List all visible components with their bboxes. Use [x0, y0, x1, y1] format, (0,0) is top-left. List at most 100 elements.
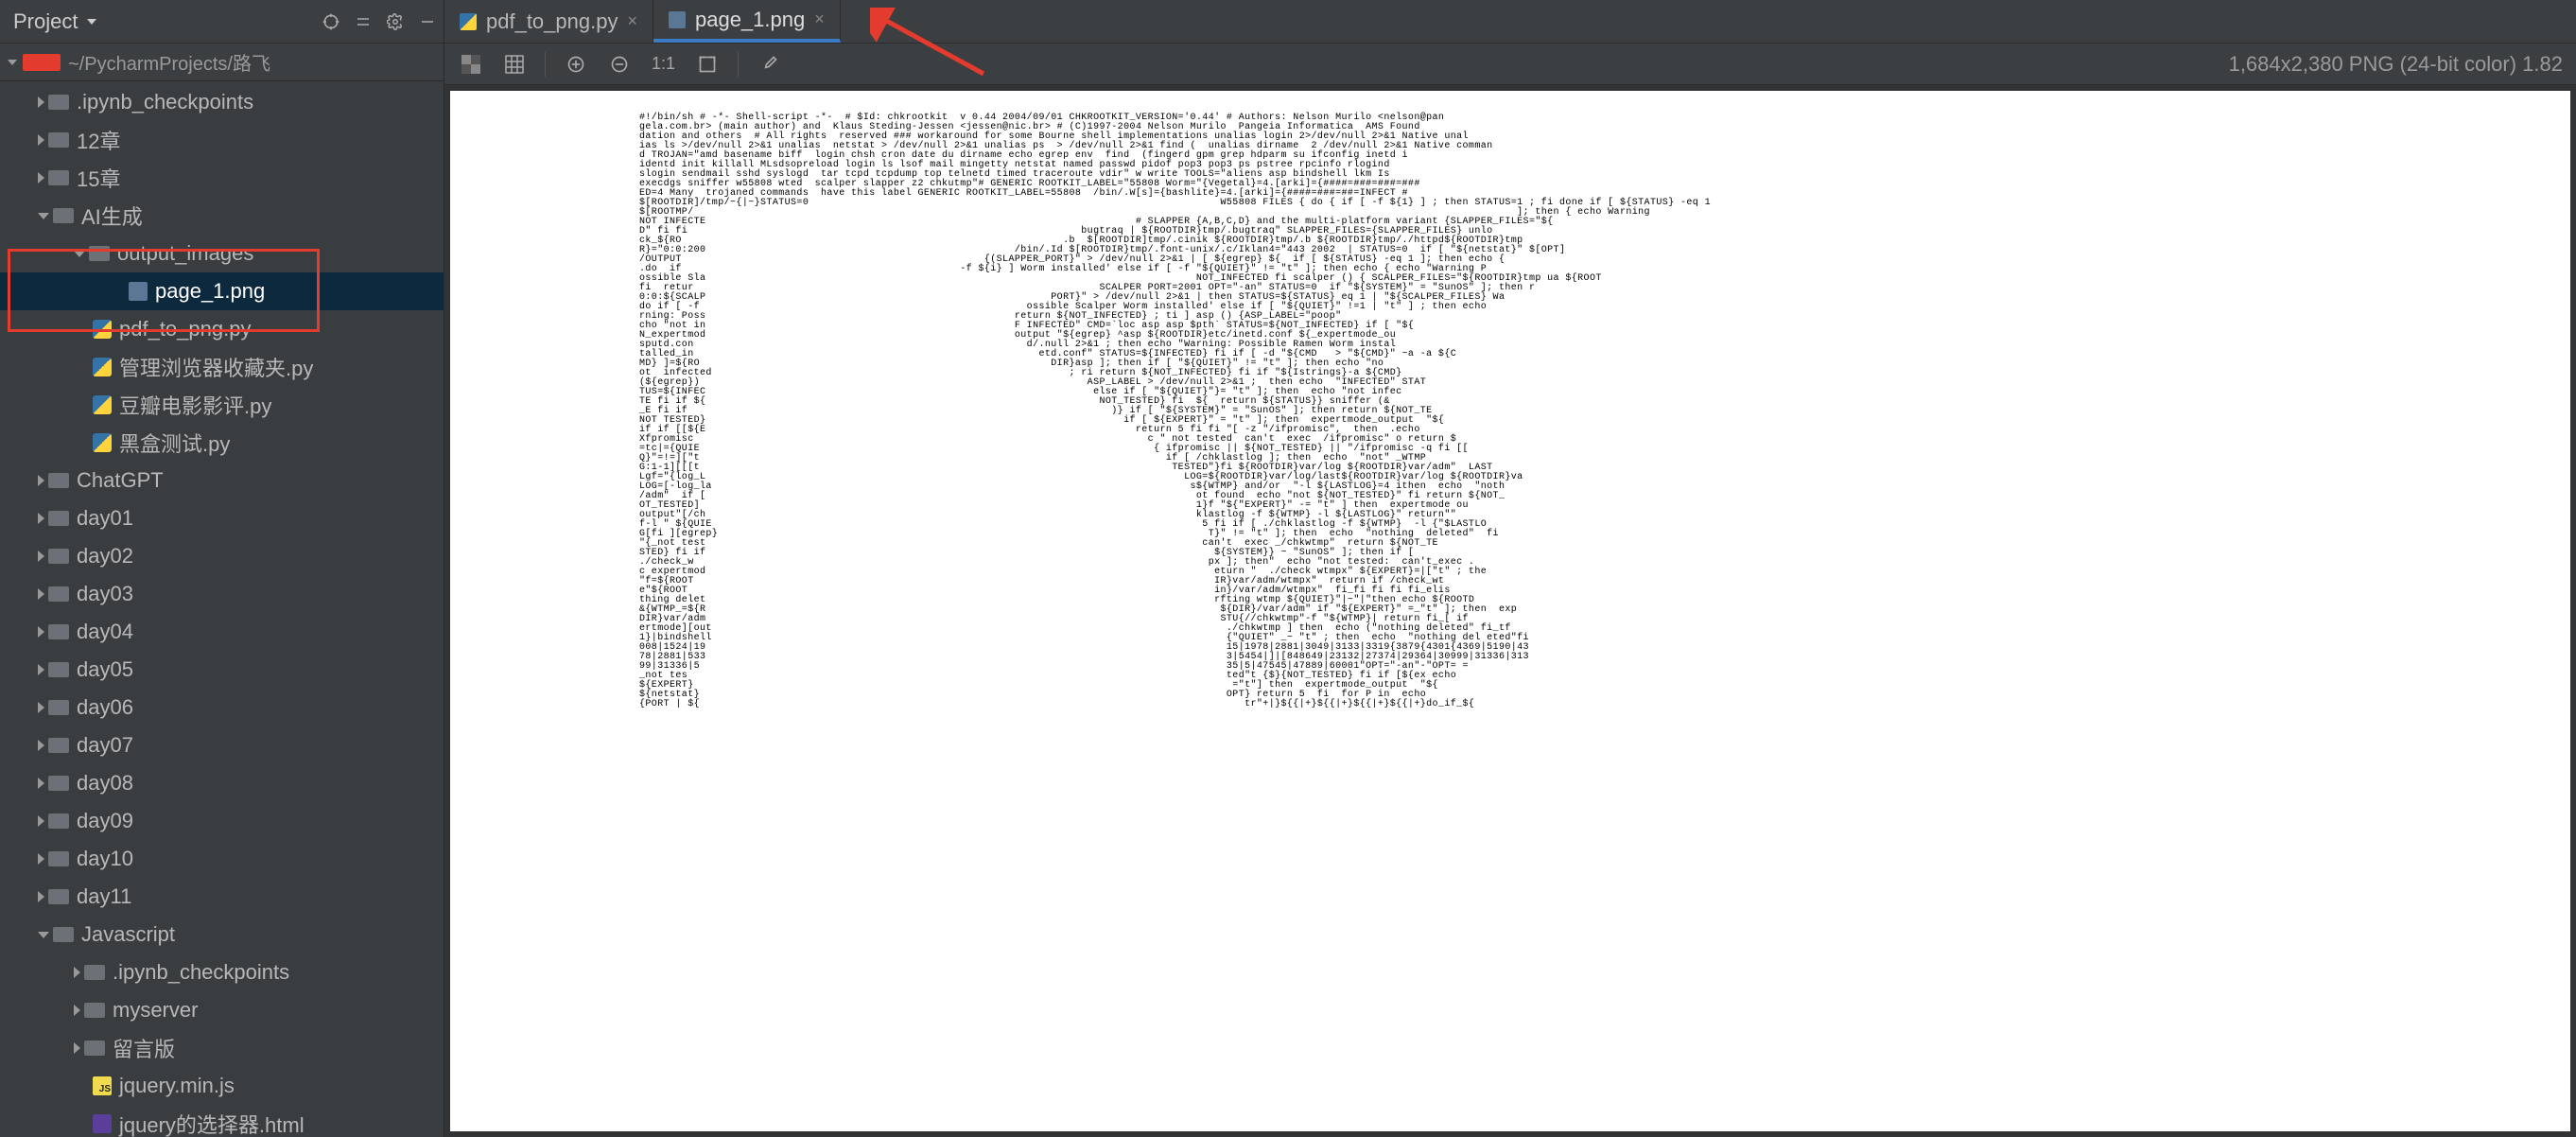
tree-item[interactable]: jquery的选择器.html [0, 1105, 444, 1137]
tree-item[interactable]: 豆瓣电影影评.py [0, 386, 444, 424]
fit-to-window-icon[interactable] [694, 51, 721, 78]
folder-icon [48, 889, 69, 904]
tree-item[interactable]: day10 [0, 840, 444, 878]
tree-item[interactable]: 黑盒测试.py [0, 424, 444, 462]
tree-item[interactable]: day01 [0, 499, 444, 537]
ascii-art-image: #!/bin/sh # -*- Shell-script -*- # $Id: … [639, 114, 1711, 709]
chevron-right-icon[interactable] [38, 134, 44, 146]
folder-icon [48, 662, 69, 677]
tree-item[interactable]: day07 [0, 726, 444, 764]
close-icon[interactable]: × [814, 9, 825, 29]
spacer-icon [74, 1116, 89, 1131]
tree-item-label: 豆瓣电影影评.py [119, 390, 271, 420]
chevron-right-icon[interactable] [38, 740, 44, 751]
folder-icon [84, 965, 105, 980]
tree-item[interactable]: day08 [0, 764, 444, 802]
tree-item[interactable]: 12章 [0, 121, 444, 159]
tree-item[interactable]: output_images [0, 235, 444, 272]
editor-tab[interactable]: page_1.png× [653, 0, 841, 43]
zoom-out-icon[interactable] [606, 51, 633, 78]
chevron-down-icon[interactable] [38, 213, 49, 219]
tree-item[interactable]: .ipynb_checkpoints [0, 83, 444, 121]
breadcrumb[interactable]: ~/PycharmProjects/路飞 [0, 44, 444, 81]
grid-icon[interactable] [501, 51, 528, 78]
tree-item-label: day02 [77, 544, 133, 568]
chevron-down-icon[interactable] [74, 251, 85, 257]
tree-item-label: 黑盒测试.py [119, 428, 230, 458]
chevron-right-icon[interactable] [38, 513, 44, 524]
folder-icon [84, 1041, 105, 1056]
chevron-right-icon[interactable] [38, 96, 44, 108]
tree-item[interactable]: day05 [0, 651, 444, 689]
zoom-in-icon[interactable] [563, 51, 589, 78]
chevron-down-icon[interactable] [38, 932, 49, 938]
locate-icon[interactable] [315, 6, 347, 38]
collapse-all-icon[interactable] [347, 6, 379, 38]
image-viewer-toolbar: 1:1 1,684x2,380 PNG (24-bit color) 1.82 [444, 44, 2576, 85]
tree-item[interactable]: pdf_to_png.py [0, 310, 444, 348]
folder-icon [48, 473, 69, 488]
tree-item-label: day06 [77, 695, 133, 720]
tree-item-label: day01 [77, 506, 133, 531]
chevron-right-icon[interactable] [74, 1042, 80, 1054]
tree-item[interactable]: Javascript [0, 916, 444, 953]
gear-icon[interactable] [379, 6, 411, 38]
tree-item[interactable]: day03 [0, 575, 444, 613]
folder-icon [53, 208, 74, 223]
tree-item-label: output_images [117, 241, 253, 266]
py-icon [93, 395, 112, 414]
chevron-right-icon[interactable] [38, 551, 44, 562]
breadcrumb-path: ~/PycharmProjects/路飞 [68, 48, 270, 76]
chevron-right-icon[interactable] [38, 702, 44, 713]
tree-item-label: AI生成 [81, 201, 143, 231]
tree-item-label: .ipynb_checkpoints [77, 90, 253, 114]
actual-size-button[interactable]: 1:1 [650, 51, 677, 78]
tree-item[interactable]: day09 [0, 802, 444, 840]
project-tree[interactable]: .ipynb_checkpoints 12章 15章 AI生成 output_image… [0, 81, 444, 1137]
chevron-right-icon[interactable] [38, 588, 44, 600]
sidebar-header: Project [0, 0, 444, 44]
chevron-right-icon[interactable] [38, 891, 44, 902]
tree-item[interactable]: 15章 [0, 159, 444, 197]
folder-icon [48, 549, 69, 564]
chevron-right-icon[interactable] [38, 664, 44, 675]
color-picker-icon[interactable] [756, 51, 782, 78]
tree-item[interactable]: page_1.png [0, 272, 444, 310]
tree-item[interactable]: 留言版 [0, 1029, 444, 1067]
tree-item[interactable]: .ipynb_checkpoints [0, 953, 444, 991]
tree-item[interactable]: ChatGPT [0, 462, 444, 499]
chevron-right-icon[interactable] [74, 1005, 80, 1016]
chevron-right-icon[interactable] [38, 475, 44, 486]
tree-item[interactable]: day11 [0, 878, 444, 916]
tree-item-label: 12章 [77, 125, 120, 155]
tree-item[interactable]: 管理浏览器收藏夹.py [0, 348, 444, 386]
tree-item[interactable]: day02 [0, 537, 444, 575]
folder-icon [48, 738, 69, 753]
tree-item-label: myserver [113, 998, 198, 1023]
tree-item[interactable]: myserver [0, 991, 444, 1029]
tree-item-label: 留言版 [113, 1033, 175, 1063]
tree-item-label: page_1.png [155, 279, 265, 304]
transparency-grid-icon[interactable] [458, 51, 484, 78]
tree-item[interactable]: day04 [0, 613, 444, 651]
tree-item-label: day10 [77, 847, 133, 871]
chevron-right-icon[interactable] [38, 626, 44, 638]
image-canvas[interactable]: #!/bin/sh # -*- Shell-script -*- # $Id: … [450, 91, 2570, 1131]
html-icon [93, 1114, 112, 1133]
tree-item[interactable]: day06 [0, 689, 444, 726]
tree-item[interactable]: AI生成 [0, 197, 444, 235]
tree-item-label: pdf_to_png.py [119, 317, 251, 341]
tree-item[interactable]: JSjquery.min.js [0, 1067, 444, 1105]
chevron-right-icon[interactable] [38, 778, 44, 789]
chevron-right-icon[interactable] [38, 815, 44, 827]
folder-icon [48, 511, 69, 526]
chevron-right-icon[interactable] [38, 172, 44, 184]
folder-icon [48, 624, 69, 639]
project-dropdown[interactable]: Project [13, 9, 96, 34]
close-icon[interactable]: × [627, 11, 637, 31]
chevron-right-icon[interactable] [38, 853, 44, 865]
editor-tab[interactable]: pdf_to_png.py× [444, 0, 653, 43]
folder-icon [89, 246, 110, 261]
minimize-icon[interactable] [411, 6, 444, 38]
chevron-right-icon[interactable] [74, 967, 80, 978]
